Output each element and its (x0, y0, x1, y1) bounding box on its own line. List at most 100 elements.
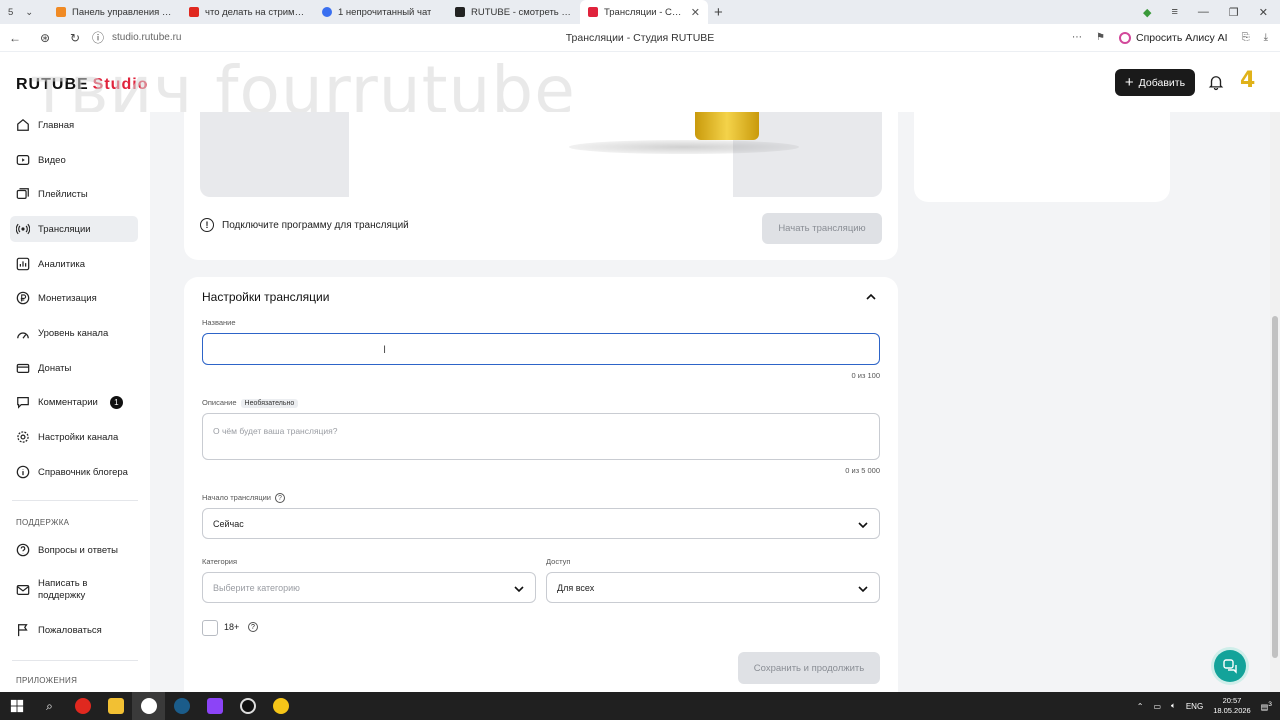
sidebar-item-channel-settings[interactable]: Настройки канала (10, 424, 138, 450)
search-icon[interactable]: ⌕ (33, 692, 66, 720)
windows-start-icon[interactable] (0, 692, 33, 720)
network-icon[interactable]: ▭ (1153, 702, 1161, 711)
menu-icon[interactable]: ≡ (1171, 6, 1177, 19)
donation-alerts-icon[interactable] (264, 692, 297, 720)
mail-icon (16, 585, 30, 595)
yandex-browser-icon[interactable] (132, 692, 165, 720)
sidebar-item-label: Донаты (38, 362, 72, 374)
browser-tab-1[interactable]: Панель управления - Don (48, 0, 181, 24)
sidebar-item-home[interactable]: Главная (10, 112, 138, 138)
help-icon[interactable]: ? (275, 493, 285, 504)
sidebar-item-label: Трансляции (38, 223, 91, 235)
sidebar-item-report[interactable]: Пожаловаться (10, 617, 138, 643)
stream-preview-image (200, 112, 882, 197)
start-time-select[interactable]: Сейчас (202, 508, 880, 539)
sidebar-item-comments[interactable]: Комментарии 1 (10, 389, 138, 415)
tab-left-controls: 5 ⌄ (0, 7, 48, 18)
channel-avatar[interactable]: 4 (1240, 68, 1255, 93)
alice-button[interactable]: Спросить Алису AI (1118, 31, 1228, 44)
share-icon[interactable]: ⎘ (1242, 32, 1250, 43)
tab-title: что делать на стриме — Я (205, 6, 306, 18)
reload-icon[interactable]: ↻ (60, 31, 90, 45)
alice-label: Спросить Алису AI (1135, 31, 1228, 44)
app-header: RUTUBE Studio твич fourrutube + Добавить … (0, 52, 1280, 129)
access-select[interactable]: Для всех (546, 572, 880, 603)
sidebar-item-label: Видео (38, 154, 66, 166)
sidebar-item-playlists[interactable]: Плейлисты (10, 181, 138, 207)
age-restriction-checkbox[interactable] (202, 620, 218, 636)
scrollbar-thumb[interactable] (1272, 316, 1278, 658)
sidebar-item-faq[interactable]: Вопросы и ответы (10, 537, 138, 563)
address-bar: ← ⊛ ↻ ⓘ studio.rutube.ru Трансляции - Ст… (0, 24, 1280, 52)
flag-icon (18, 624, 28, 637)
access-label: Доступ (546, 557, 571, 566)
sidebar-item-analytics[interactable]: Аналитика (10, 251, 138, 277)
browser-tab-3[interactable]: 1 непрочитанный чат (314, 0, 447, 24)
age-restriction-label: 18+ (224, 622, 240, 632)
sidebar-item-contact-support[interactable]: Написать в поддержку (10, 574, 138, 606)
tray-expand-icon[interactable]: ⌃ (1137, 702, 1144, 711)
new-tab-icon[interactable]: + (714, 4, 723, 21)
more-icon[interactable]: ⋯ (1072, 32, 1082, 43)
sidebar-item-label: Монетизация (38, 292, 97, 304)
maximize-icon[interactable]: ❐ (1229, 6, 1239, 19)
steam-icon[interactable] (165, 692, 198, 720)
volume-icon[interactable]: 🔈︎ (1171, 701, 1176, 711)
home-icon (17, 118, 29, 131)
close-window-icon[interactable]: ✕ (1259, 6, 1268, 19)
sidebar-item-blogger-guide[interactable]: Справочник блогера (10, 459, 138, 485)
tab-count[interactable]: 5 (8, 7, 13, 18)
question-icon (16, 543, 30, 557)
save-continue-button[interactable]: Сохранить и продолжить (738, 652, 880, 684)
sidebar-item-monetization[interactable]: Монетизация (10, 285, 138, 311)
tabs-dropdown-icon[interactable]: ⌄ (25, 7, 33, 18)
sidebar-item-broadcasts[interactable]: Трансляции (10, 216, 138, 242)
file-explorer-icon[interactable] (99, 692, 132, 720)
notifications-icon[interactable]: ▤3 (1261, 701, 1272, 712)
twitch-icon[interactable] (198, 692, 231, 720)
windows-taskbar: ⌕ ⌃ ▭ 🔈︎ ENG 20:57 18.05.2026 ▤3 (0, 692, 1280, 720)
url-text[interactable]: studio.rutube.ru (112, 32, 182, 43)
access-value: Для всех (557, 582, 595, 593)
plus-icon: + (1124, 74, 1134, 91)
close-tab-icon[interactable]: ✕ (691, 6, 700, 19)
tab-favicon-icon (322, 7, 332, 17)
tab-title: 1 непрочитанный чат (338, 6, 432, 18)
description-textarea[interactable]: О чём будет ваша трансляция? (202, 413, 880, 460)
help-icon[interactable]: ? (248, 622, 258, 632)
site-info-icon[interactable]: ⓘ (90, 29, 106, 46)
ruble-icon (16, 291, 30, 305)
browser-tab-active[interactable]: Трансляции - Студия R ✕ (580, 0, 708, 24)
description-label-row: Описание Необязательно (202, 398, 299, 408)
minimize-icon[interactable]: — (1198, 6, 1209, 19)
category-select[interactable]: Выберите категорию (202, 572, 536, 603)
chevron-up-icon[interactable] (865, 291, 877, 303)
add-button[interactable]: + Добавить (1115, 69, 1195, 96)
sidebar-item-label: Уровень канала (38, 327, 109, 339)
back-icon[interactable]: ← (0, 31, 30, 45)
yandex-app-icon[interactable] (66, 692, 99, 720)
chevron-down-icon (858, 586, 868, 593)
download-icon[interactable]: ⤓ (1264, 32, 1268, 43)
extension-icon[interactable]: ◆ (1143, 6, 1151, 19)
browser-tab-2[interactable]: что делать на стриме — Я (181, 0, 314, 24)
bookmark-icon[interactable]: ⚑ (1096, 32, 1105, 43)
comments-count-badge: 1 (109, 395, 123, 409)
sidebar-item-channel-level[interactable]: Уровень канала (10, 320, 138, 346)
sidebar-item-donations[interactable]: Донаты (10, 355, 138, 381)
obs-icon[interactable] (231, 692, 264, 720)
bell-icon[interactable] (1207, 73, 1225, 91)
lang-indicator[interactable]: ENG (1186, 702, 1203, 711)
sidebar-item-video[interactable]: Видео (10, 147, 138, 173)
start-stream-button[interactable]: Начать трансляцию (762, 213, 882, 244)
tab-favicon-icon (189, 7, 199, 17)
optional-tag: Необязательно (240, 399, 299, 408)
stream-name-input[interactable] (202, 333, 880, 365)
browser-logo-icon[interactable]: ⊛ (30, 31, 60, 45)
clock[interactable]: 20:57 18.05.2026 (1213, 696, 1251, 716)
video-icon (16, 155, 30, 165)
browser-tab-4[interactable]: RUTUBE - смотреть виде (447, 0, 580, 24)
support-chat-button[interactable] (1214, 650, 1246, 682)
analytics-icon (16, 257, 30, 271)
gear-icon (17, 431, 29, 443)
